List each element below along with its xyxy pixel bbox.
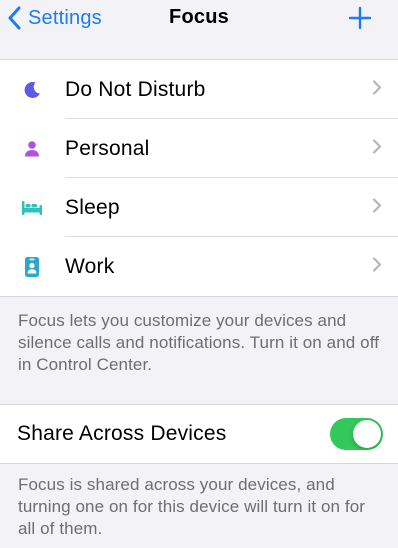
plus-icon (348, 6, 372, 34)
navigation-bar: Settings Focus (0, 0, 398, 38)
id-badge-icon (21, 256, 43, 278)
share-across-devices-row: Share Across Devices (0, 404, 398, 464)
toggle-knob (353, 420, 381, 448)
focus-item-do-not-disturb[interactable]: Do Not Disturb (0, 60, 398, 119)
share-across-devices-label: Share Across Devices (17, 422, 227, 445)
moon-icon (21, 79, 43, 101)
focus-item-label: Sleep (65, 195, 120, 219)
chevron-right-icon (372, 256, 382, 277)
focus-item-label: Personal (65, 136, 150, 160)
page-title: Focus (169, 6, 229, 28)
share-across-devices-toggle[interactable] (330, 418, 383, 450)
focus-item-personal[interactable]: Personal (0, 119, 398, 178)
chevron-right-icon (372, 79, 382, 100)
chevron-right-icon (372, 138, 382, 159)
focus-footnote: Focus lets you customize your devices an… (18, 311, 380, 374)
bed-icon (21, 197, 43, 219)
share-footnote: Focus is shared across your devices, and… (18, 475, 366, 538)
focus-item-label: Do Not Disturb (65, 77, 206, 101)
focus-item-work[interactable]: Work (0, 237, 398, 296)
focus-item-sleep[interactable]: Sleep (0, 178, 398, 237)
focus-mode-list: Do Not Disturb Personal Sleep Work (0, 59, 398, 297)
person-icon (21, 138, 43, 160)
add-focus-button[interactable] (348, 6, 372, 30)
chevron-right-icon (372, 197, 382, 218)
focus-item-label: Work (65, 254, 115, 278)
